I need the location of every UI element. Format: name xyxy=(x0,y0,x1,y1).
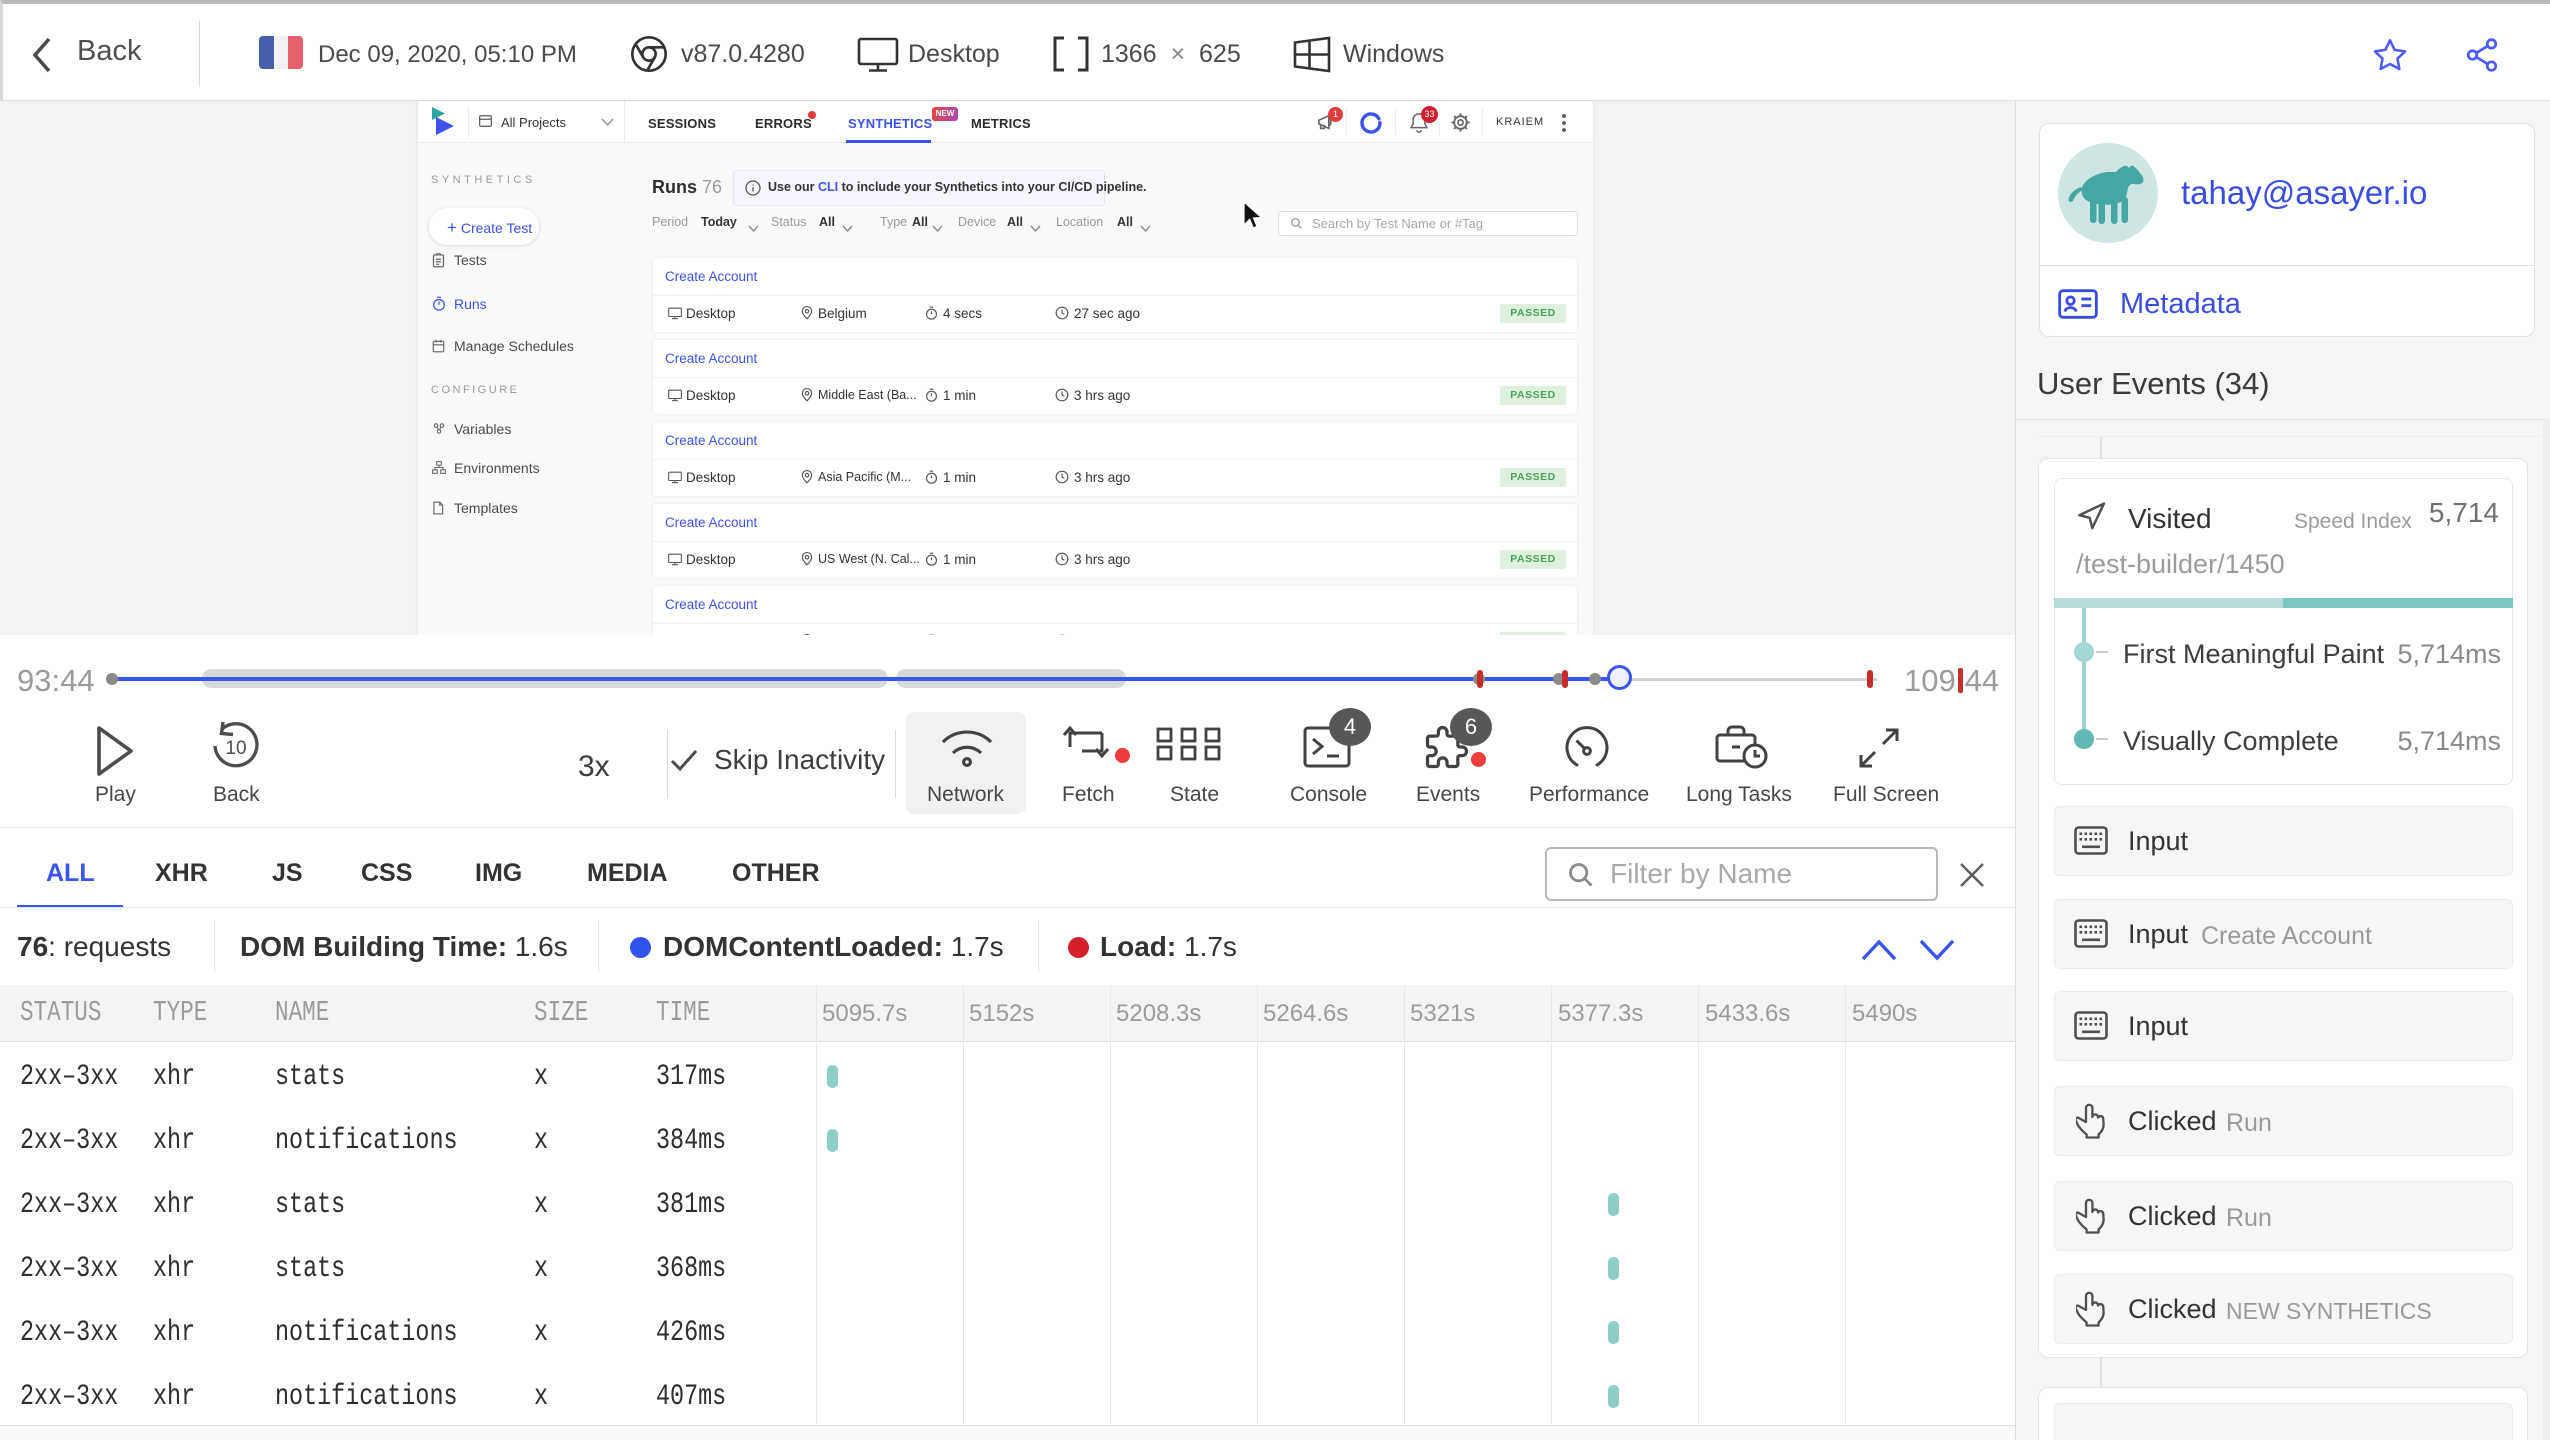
svg-text:10: 10 xyxy=(225,738,246,759)
